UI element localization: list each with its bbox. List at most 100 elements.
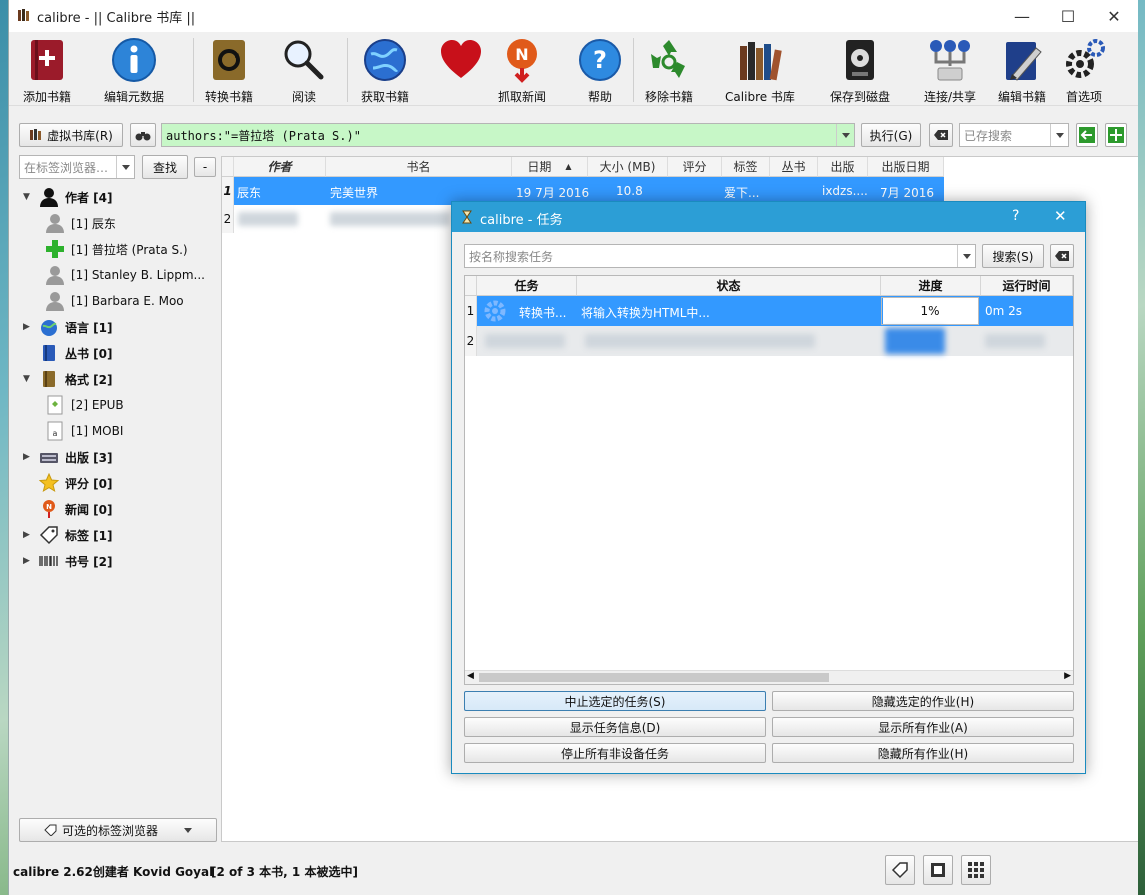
- heart-button[interactable]: [433, 32, 489, 106]
- collapsed-arrow-icon[interactable]: ▶: [23, 530, 33, 540]
- jobs-search-button[interactable]: 搜索(S): [982, 244, 1044, 268]
- tree-series[interactable]: 丛书 [0]: [9, 340, 113, 366]
- blurred-task: [485, 334, 565, 348]
- get-books-button[interactable]: 获取书籍: [355, 32, 415, 106]
- blurred-time: [985, 334, 1045, 348]
- show-job-info-button[interactable]: 显示任务信息(D): [464, 717, 766, 737]
- preferences-button[interactable]: 首选项: [1057, 32, 1111, 106]
- tag-find-button[interactable]: 查找: [142, 155, 188, 179]
- saved-search-dropdown[interactable]: [1050, 124, 1068, 146]
- fetch-news-button[interactable]: N 抓取新闻: [497, 32, 547, 106]
- jobs-column-status[interactable]: 状态: [577, 276, 881, 296]
- convert-books-button[interactable]: 转换书籍: [201, 32, 257, 106]
- abort-selected-button[interactable]: 中止选定的任务(S): [464, 691, 766, 711]
- library-icon: [740, 42, 782, 81]
- tree-author-item[interactable]: [1] 普拉塔 (Prata S.): [9, 236, 188, 262]
- jobs-search-input[interactable]: 按名称搜索任务: [464, 244, 976, 268]
- column-pubdate[interactable]: 出版日期: [868, 157, 944, 177]
- save-search-button[interactable]: [1076, 123, 1098, 147]
- help-icon: ?: [579, 39, 621, 81]
- close-button[interactable]: ✕: [1091, 0, 1137, 32]
- maximize-button[interactable]: ☐: [1045, 0, 1091, 32]
- tree-author-item[interactable]: [1] Barbara E. Moo: [9, 288, 184, 314]
- minimize-button[interactable]: —: [999, 0, 1045, 32]
- tree-format-epub[interactable]: [2] EPUB: [9, 392, 124, 418]
- optional-browser-dropdown-icon[interactable]: [184, 827, 192, 833]
- tree-formats[interactable]: ▼ 格式 [2]: [9, 366, 113, 392]
- tag-browser-search-input[interactable]: 在标签浏览器…: [19, 155, 135, 179]
- news-icon: N: [507, 39, 537, 83]
- scrollbar-thumb[interactable]: [479, 673, 829, 682]
- stop-all-non-device-button[interactable]: 停止所有非设备任务: [464, 743, 766, 763]
- add-books-button[interactable]: 添加书籍: [17, 32, 77, 106]
- cover-toggle-button[interactable]: [923, 855, 953, 885]
- expanded-arrow-icon[interactable]: ▼: [23, 374, 33, 384]
- tree-format-mobi[interactable]: a [1] MOBI: [9, 418, 123, 444]
- jobs-column-progress[interactable]: 进度: [881, 276, 981, 296]
- binoculars-button[interactable]: [130, 123, 156, 147]
- tree-identifiers[interactable]: ▶ 书号 [2]: [9, 548, 113, 574]
- tag-search-dropdown[interactable]: [116, 156, 134, 178]
- column-author[interactable]: 作者: [234, 157, 326, 177]
- tag-browser-toggle-button[interactable]: [885, 855, 915, 885]
- column-title[interactable]: 书名: [326, 157, 512, 177]
- column-tags[interactable]: 标签: [722, 157, 770, 177]
- tree-tags[interactable]: ▶ 标签 [1]: [9, 522, 113, 548]
- blurred-progress: [885, 328, 945, 354]
- scroll-right-icon[interactable]: ▶: [1064, 671, 1071, 681]
- tree-languages[interactable]: ▶ 语言 [1]: [9, 314, 113, 340]
- tree-news[interactable]: N 新闻 [0]: [9, 496, 113, 522]
- table-row[interactable]: [234, 205, 462, 233]
- collapsed-arrow-icon[interactable]: ▶: [23, 452, 33, 462]
- help-button[interactable]: ? 帮助: [575, 32, 625, 106]
- add-search-button[interactable]: [1105, 123, 1127, 147]
- virtual-library-button[interactable]: 虚拟书库(R): [19, 123, 123, 147]
- tree-publisher[interactable]: ▶ 出版 [3]: [9, 444, 113, 470]
- tree-rating[interactable]: 评分 [0]: [9, 470, 113, 496]
- jobs-column-time[interactable]: 运行时间: [981, 276, 1073, 296]
- search-history-dropdown[interactable]: [836, 124, 854, 146]
- job-row[interactable]: [477, 326, 1073, 356]
- execute-search-button[interactable]: 执行(G): [861, 123, 921, 147]
- job-row-selected[interactable]: 转换书... 将输入转换为HTML中... 1% 0m 2s: [477, 296, 1073, 326]
- hide-all-jobs-button[interactable]: 隐藏所有作业(H): [772, 743, 1074, 763]
- tree-author-item[interactable]: [1] 辰东: [9, 210, 116, 236]
- dialog-close-button[interactable]: ✕: [1054, 207, 1067, 225]
- connect-share-button[interactable]: 连接/共享: [917, 32, 983, 106]
- dialog-help-button[interactable]: ?: [1012, 208, 1019, 224]
- read-button[interactable]: 阅读: [279, 32, 329, 106]
- column-rating[interactable]: 评分: [668, 157, 722, 177]
- column-size[interactable]: 大小 (MB): [588, 157, 668, 177]
- clear-search-button[interactable]: [929, 123, 953, 147]
- edit-metadata-button[interactable]: 编辑元数据: [99, 32, 169, 106]
- remove-books-button[interactable]: 移除书籍: [641, 32, 697, 106]
- jobs-search-dropdown[interactable]: [957, 245, 975, 267]
- collapsed-arrow-icon[interactable]: ▶: [23, 322, 33, 332]
- optional-tag-browser-button[interactable]: 可选的标签浏览器: [19, 818, 217, 842]
- column-date[interactable]: 日期 ▲: [512, 157, 588, 177]
- jobs-horizontal-scrollbar[interactable]: ◀ ▶: [465, 670, 1073, 684]
- epub-file-icon: [47, 395, 63, 415]
- person-gray-icon: [46, 266, 64, 285]
- search-input[interactable]: authors:"=普拉塔 (Prata S.)": [161, 123, 855, 147]
- jobs-column-task[interactable]: 任务: [477, 276, 577, 296]
- calibre-library-button[interactable]: Calibre 书库: [721, 32, 799, 106]
- tag-collapse-button[interactable]: -: [194, 157, 216, 177]
- save-to-disk-button[interactable]: 保存到磁盘: [827, 32, 893, 106]
- person-gray-icon: [46, 292, 64, 311]
- saved-search-combo[interactable]: 已存搜索: [959, 123, 1069, 147]
- tree-author-item[interactable]: [1] Stanley B. Lippm...: [9, 262, 205, 288]
- column-publisher[interactable]: 出版: [818, 157, 868, 177]
- column-series[interactable]: 丛书: [770, 157, 818, 177]
- expanded-arrow-icon[interactable]: ▼: [23, 192, 33, 202]
- tree-authors[interactable]: ▼ 作者 [4]: [9, 184, 113, 210]
- hide-selected-button[interactable]: 隐藏选定的作业(H): [772, 691, 1074, 711]
- show-all-jobs-button[interactable]: 显示所有作业(A): [772, 717, 1074, 737]
- jobs-clear-search-button[interactable]: [1050, 244, 1074, 268]
- edit-book-icon: [1006, 42, 1042, 81]
- edit-book-button[interactable]: 编辑书籍: [991, 32, 1053, 106]
- collapsed-arrow-icon[interactable]: ▶: [23, 556, 33, 566]
- scroll-left-icon[interactable]: ◀: [467, 671, 474, 681]
- svg-text:N: N: [515, 45, 528, 64]
- grid-view-button[interactable]: [961, 855, 991, 885]
